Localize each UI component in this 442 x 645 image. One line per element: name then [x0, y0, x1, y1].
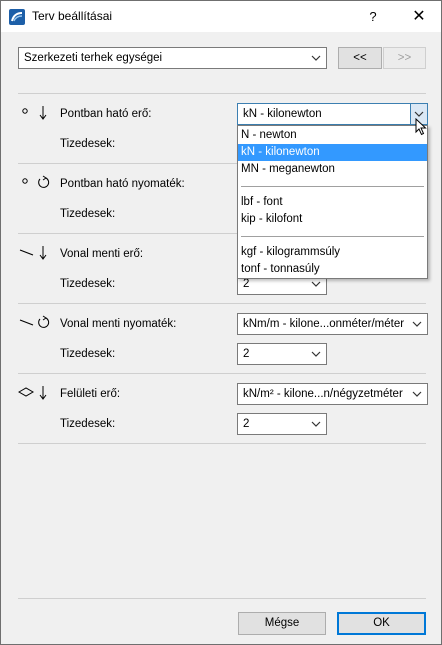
chevron-down-icon — [410, 317, 424, 331]
line-moment-label: Vonal menti nyomaték: — [60, 318, 177, 330]
point-force-decimals-label: Tizedesek: — [60, 138, 116, 150]
dropdown-separator — [241, 236, 424, 237]
surface-force-unit-select[interactable]: kN/m² - kilone...n/négyzetméter — [237, 383, 428, 405]
line-moment-decimals-value: 2 — [243, 348, 250, 360]
surface-force-unit-value: kN/m² - kilone...n/négyzetméter — [243, 388, 403, 400]
separator — [18, 93, 426, 94]
dropdown-option[interactable]: kip - kilofont — [238, 211, 427, 228]
point-moment-icon — [21, 175, 51, 194]
line-force-decimals-label: Tizedesek: — [60, 278, 116, 290]
chevron-down-icon — [309, 417, 323, 431]
point-force-icon — [21, 105, 51, 124]
surface-force-decimals-select[interactable]: 2 — [237, 413, 327, 435]
previous-button[interactable]: << — [338, 47, 382, 69]
help-button[interactable]: ? — [359, 1, 387, 32]
close-button[interactable]: ✕ — [399, 1, 439, 32]
chevron-down-icon — [309, 277, 323, 291]
next-button[interactable]: >> — [383, 47, 426, 69]
point-force-unit-select[interactable]: kN - kilonewton — [237, 103, 428, 125]
separator — [18, 443, 426, 444]
chevron-down-icon — [410, 387, 424, 401]
dropdown-option[interactable]: tonf - tonnasúly — [238, 261, 427, 278]
cancel-button[interactable]: Mégse — [238, 612, 326, 635]
line-force-decimals-value: 2 — [243, 278, 250, 290]
archicad-app-icon — [9, 9, 25, 25]
line-force-icon — [19, 245, 51, 264]
category-select[interactable]: Szerkezeti terhek egységei — [18, 47, 327, 69]
point-force-unit-value: kN - kilonewton — [243, 108, 322, 120]
dropdown-option[interactable]: N - newton — [238, 127, 427, 144]
unit-dropdown-list: N - newton kN - kilonewton MN - meganewt… — [237, 125, 428, 279]
separator — [18, 303, 426, 304]
surface-force-decimals-value: 2 — [243, 418, 250, 430]
dropdown-option[interactable]: kgf - kilogrammsúly — [238, 244, 427, 261]
separator — [18, 598, 426, 599]
title-bar: Terv beállításai ? ✕ — [1, 1, 441, 32]
surface-force-label: Felületi erő: — [60, 388, 121, 400]
chevron-down-icon — [309, 347, 323, 361]
category-select-value: Szerkezeti terhek egységei — [24, 52, 163, 64]
dialog-window: Terv beállításai ? ✕ Szerkezeti terhek e… — [0, 0, 442, 645]
line-moment-unit-value: kNm/m - kilone...onméter/méter — [243, 318, 405, 330]
dropdown-option-selected[interactable]: kN - kilonewton — [238, 144, 427, 161]
ok-button[interactable]: OK — [337, 612, 426, 635]
window-title: Terv beállításai — [32, 9, 113, 23]
line-moment-unit-select[interactable]: kNm/m - kilone...onméter/méter — [237, 313, 428, 335]
point-moment-decimals-label: Tizedesek: — [60, 208, 116, 220]
dropdown-option[interactable]: MN - meganewton — [238, 161, 427, 178]
chevron-down-icon — [309, 51, 323, 65]
line-moment-decimals-select[interactable]: 2 — [237, 343, 327, 365]
point-force-label: Pontban ható erő: — [60, 108, 152, 120]
separator — [18, 373, 426, 374]
line-moment-icon — [19, 315, 51, 334]
surface-force-icon — [17, 385, 50, 404]
dropdown-separator — [241, 186, 424, 187]
dropdown-option[interactable]: lbf - font — [238, 194, 427, 211]
point-moment-label: Pontban ható nyomaték: — [60, 178, 185, 190]
line-moment-decimals-label: Tizedesek: — [60, 348, 116, 360]
surface-force-decimals-label: Tizedesek: — [60, 418, 116, 430]
mouse-cursor-icon — [415, 117, 427, 139]
line-force-label: Vonal menti erő: — [60, 248, 144, 260]
